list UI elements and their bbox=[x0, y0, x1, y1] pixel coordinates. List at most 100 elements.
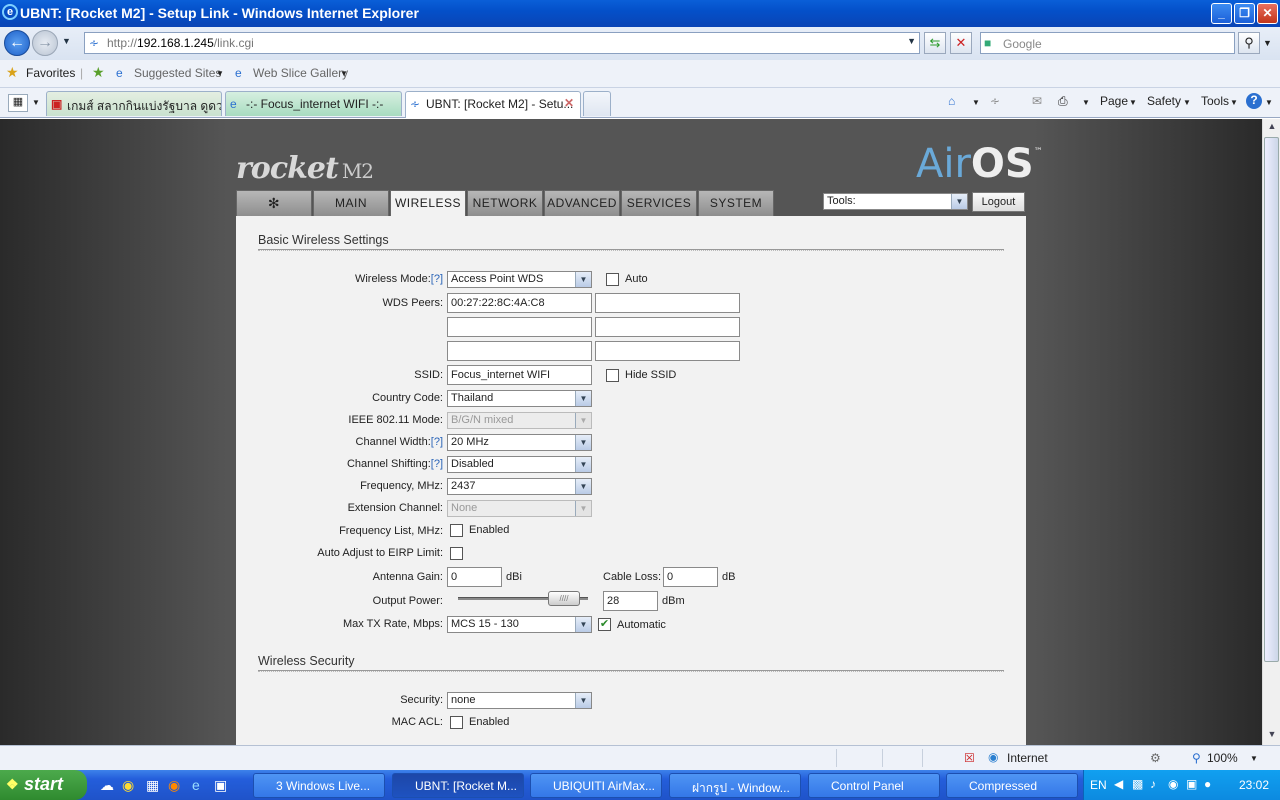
help-link[interactable]: [?] bbox=[431, 458, 443, 470]
wds-peer-1-input[interactable]: 00:27:22:8C:4A:C8 bbox=[447, 293, 592, 313]
print-icon[interactable]: ⎙ bbox=[1058, 94, 1068, 109]
output-power-input[interactable]: 28 bbox=[603, 591, 658, 611]
chevron-down-icon[interactable]: ▼ bbox=[1129, 98, 1137, 107]
help-link[interactable]: [?] bbox=[431, 436, 443, 448]
security-select[interactable]: none ▼ bbox=[447, 692, 592, 709]
page-menu[interactable]: Page bbox=[1100, 94, 1128, 108]
tab-system[interactable]: SYSTEM bbox=[698, 190, 774, 216]
auto-eirp-checkbox[interactable] bbox=[450, 547, 463, 560]
web-slice-gallery-link[interactable]: Web Slice Gallery bbox=[253, 66, 348, 80]
scroll-up-icon[interactable]: ▲ bbox=[1265, 121, 1279, 135]
show-desktop-icon[interactable]: ☁ bbox=[100, 777, 114, 794]
protected-mode-icon[interactable]: ⚙ bbox=[1150, 751, 1161, 765]
start-button[interactable]: ❖ start bbox=[0, 770, 87, 800]
automatic-checkbox[interactable]: ✔ bbox=[598, 618, 611, 631]
tools-menu[interactable]: Tools bbox=[1201, 94, 1229, 108]
search-button[interactable]: ⚲ bbox=[1238, 32, 1260, 54]
tab-advanced[interactable]: ADVANCED bbox=[544, 190, 620, 216]
safety-menu[interactable]: Safety bbox=[1147, 94, 1181, 108]
address-dropdown-icon[interactable]: ▼ bbox=[907, 36, 916, 46]
channel-width-select[interactable]: 20 MHz ▼ bbox=[447, 434, 592, 451]
back-button[interactable]: ← bbox=[4, 30, 30, 56]
zoom-level[interactable]: 100% bbox=[1207, 751, 1238, 765]
clock[interactable]: 23:02 bbox=[1239, 778, 1269, 792]
taskbar-item-ubiquiti[interactable]: UBIQUITI AirMax... bbox=[530, 773, 662, 798]
auto-checkbox[interactable] bbox=[606, 273, 619, 286]
max-tx-rate-select[interactable]: MCS 15 - 130 ▼ bbox=[447, 616, 592, 633]
wds-peer-3-input[interactable] bbox=[447, 317, 592, 337]
hide-ssid-checkbox[interactable] bbox=[606, 369, 619, 382]
output-power-slider[interactable]: //// bbox=[458, 591, 588, 606]
scroll-down-icon[interactable]: ▼ bbox=[1265, 729, 1279, 743]
chevron-down-icon[interactable]: ▼ bbox=[340, 69, 348, 78]
antivirus-icon[interactable]: ◉ bbox=[1168, 777, 1178, 791]
country-code-select[interactable]: Thailand ▼ bbox=[447, 390, 592, 407]
language-indicator[interactable]: EN bbox=[1090, 778, 1107, 792]
quick-tabs-button[interactable]: ▦ bbox=[8, 94, 28, 112]
suggested-sites-link[interactable]: Suggested Sites bbox=[134, 66, 221, 80]
volume-icon[interactable]: ♪ bbox=[1150, 777, 1156, 791]
quicklaunch-icon[interactable]: ▦ bbox=[146, 777, 159, 794]
quicklaunch-icon[interactable]: ▣ bbox=[214, 777, 227, 794]
chevron-down-icon[interactable]: ▼ bbox=[216, 69, 224, 78]
tab-main[interactable]: MAIN bbox=[313, 190, 389, 216]
mac-acl-checkbox[interactable] bbox=[450, 716, 463, 729]
frequency-list-checkbox[interactable] bbox=[450, 524, 463, 537]
taskbar-item-windows-live[interactable]: 3 Windows Live... bbox=[253, 773, 385, 798]
firefox-icon[interactable]: ◉ bbox=[168, 777, 180, 794]
chevron-down-icon[interactable]: ▼ bbox=[1250, 754, 1258, 763]
scrollbar-thumb[interactable] bbox=[1264, 137, 1279, 662]
taskbar-item-compressed[interactable]: Compressed bbox=[946, 773, 1078, 798]
favorites-button[interactable]: Favorites bbox=[26, 66, 75, 80]
tools-select[interactable]: Tools: ▼ bbox=[823, 193, 968, 210]
taskbar-item-photo[interactable]: ฝากรูป - Window... bbox=[669, 773, 801, 798]
tray-app-icon[interactable]: ● bbox=[1204, 777, 1211, 791]
tab-focus-internet[interactable]: e -:- Focus_internet WIFI -:- bbox=[225, 91, 402, 116]
search-options-dropdown[interactable]: ▼ bbox=[1263, 38, 1272, 48]
address-bar[interactable]: ∻ http://192.168.1.245/link.cgi ▼ bbox=[84, 32, 920, 54]
home-icon[interactable]: ⌂ bbox=[948, 94, 955, 108]
wds-peer-4-input[interactable] bbox=[595, 317, 740, 337]
recent-pages-dropdown[interactable]: ▼ bbox=[62, 36, 71, 46]
ssid-input[interactable]: Focus_internet WIFI bbox=[447, 365, 592, 385]
tab-services[interactable]: SERVICES bbox=[621, 190, 697, 216]
chevron-down-icon[interactable]: ▼ bbox=[1265, 98, 1273, 107]
vertical-scrollbar[interactable]: ▲ ▼ bbox=[1262, 119, 1280, 745]
taskbar-item-ubnt[interactable]: UBNT: [Rocket M... bbox=[392, 773, 524, 798]
chevron-down-icon[interactable]: ▼ bbox=[1082, 98, 1090, 107]
new-tab-button[interactable] bbox=[583, 91, 611, 116]
search-input[interactable]: ■ Google bbox=[980, 32, 1235, 54]
add-favorites-icon[interactable]: ★ bbox=[92, 64, 105, 81]
mail-icon[interactable]: ✉ bbox=[1032, 94, 1042, 108]
restore-button[interactable]: ❐ bbox=[1234, 3, 1255, 24]
taskbar-item-control-panel[interactable]: Control Panel bbox=[808, 773, 940, 798]
quicklaunch-icon[interactable]: ◉ bbox=[122, 777, 134, 794]
help-icon[interactable]: ? bbox=[1246, 93, 1262, 109]
tray-expand-icon[interactable]: ◀ bbox=[1114, 777, 1123, 791]
wds-peer-5-input[interactable] bbox=[447, 341, 592, 361]
tab-ubnt-setup[interactable]: ∻ UBNT: [Rocket M2] - Setu... ✕ bbox=[405, 91, 581, 118]
help-link[interactable]: [?] bbox=[431, 273, 443, 285]
close-window-button[interactable]: ✕ bbox=[1257, 3, 1278, 24]
wireless-mode-select[interactable]: Access Point WDS ▼ bbox=[447, 271, 592, 288]
chevron-down-icon[interactable]: ▼ bbox=[1183, 98, 1191, 107]
wds-peer-2-input[interactable] bbox=[595, 293, 740, 313]
slider-handle[interactable]: //// bbox=[548, 591, 580, 606]
refresh-button[interactable]: ⇆ bbox=[924, 32, 946, 54]
logout-button[interactable]: Logout bbox=[972, 192, 1025, 212]
tab-network[interactable]: NETWORK bbox=[467, 190, 543, 216]
frequency-select[interactable]: 2437 ▼ bbox=[447, 478, 592, 495]
channel-shifting-select[interactable]: Disabled ▼ bbox=[447, 456, 592, 473]
forward-button[interactable]: → bbox=[32, 30, 58, 56]
close-tab-icon[interactable]: ✕ bbox=[564, 96, 574, 110]
ie-icon[interactable]: e bbox=[192, 777, 200, 793]
chevron-down-icon[interactable]: ▼ bbox=[972, 98, 980, 107]
chevron-down-icon[interactable]: ▼ bbox=[1230, 98, 1238, 107]
network-icon[interactable]: ▩ bbox=[1132, 777, 1143, 791]
popup-blocked-icon[interactable]: ☒ bbox=[964, 751, 975, 765]
tab-ubnt-logo[interactable]: ✻ bbox=[236, 190, 312, 216]
tray-app-icon[interactable]: ▣ bbox=[1186, 777, 1197, 791]
cable-loss-input[interactable]: 0 bbox=[663, 567, 718, 587]
tab-list-dropdown[interactable]: ▼ bbox=[32, 98, 40, 107]
feeds-icon[interactable]: ∻ bbox=[990, 94, 1000, 108]
